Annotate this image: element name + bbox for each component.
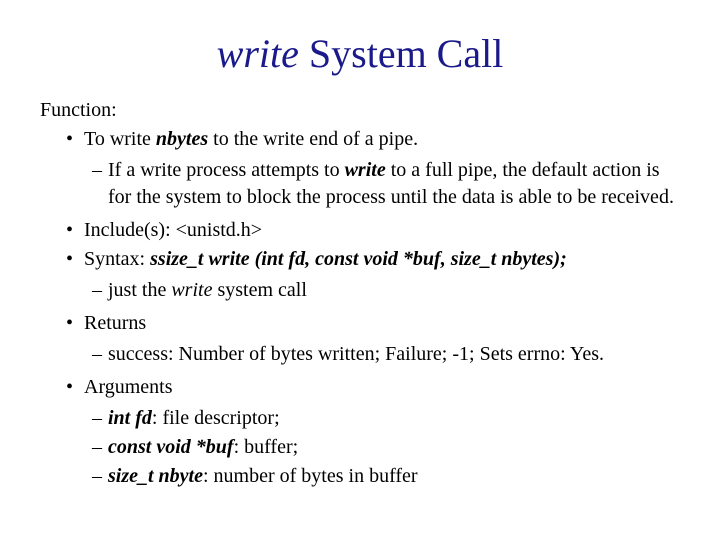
dash-list: int fd: file descriptor; const void *buf… (40, 405, 680, 490)
write-word: write (171, 279, 212, 301)
dash-item: size_t nbyte: number of bytes in buffer (92, 463, 680, 490)
bullet-list: Include(s): <unistd.h> Syntax: ssize_t w… (40, 217, 680, 273)
bullet-list: Arguments (40, 374, 680, 401)
dash-item: const void *buf: buffer; (92, 434, 680, 461)
arg-val: : buffer; (234, 436, 299, 458)
nbytes-word: nbytes (156, 128, 208, 150)
syntax-prefix: Syntax: (84, 248, 150, 270)
dash-item-returns: success: Number of bytes written; Failur… (92, 341, 680, 368)
slide-body: Function: To write nbytes to the write e… (40, 97, 680, 490)
text: to the write end of a pipe. (208, 128, 418, 150)
arg-key: const void *buf (108, 436, 234, 458)
syntax-code: ssize_t write (int fd, const void *buf, … (150, 248, 567, 270)
bullet-item-syntax: Syntax: ssize_t write (int fd, const voi… (66, 246, 680, 273)
dash-list: If a write process attempts to write to … (40, 157, 680, 211)
title-rest: System Call (299, 31, 503, 76)
bullet-item-arguments: Arguments (66, 374, 680, 401)
dash-item: If a write process attempts to write to … (92, 157, 680, 211)
bullet-list: To write nbytes to the write end of a pi… (40, 126, 680, 153)
text: just the (108, 279, 171, 301)
text: If a write process attempts to (108, 159, 345, 181)
text: To write (84, 128, 156, 150)
dash-item: just the write system call (92, 277, 680, 304)
title-italic: write (217, 31, 299, 76)
bullet-item: To write nbytes to the write end of a pi… (66, 126, 680, 153)
arg-val: : number of bytes in buffer (203, 465, 418, 487)
bullet-list: Returns (40, 310, 680, 337)
arg-val: : file descriptor; (152, 407, 280, 429)
slide-title: write System Call (40, 30, 680, 77)
dash-list: success: Number of bytes written; Failur… (40, 341, 680, 368)
dash-item: int fd: file descriptor; (92, 405, 680, 432)
bullet-item-include: Include(s): <unistd.h> (66, 217, 680, 244)
arg-key: int fd (108, 407, 152, 429)
function-label: Function: (40, 97, 680, 124)
arg-key: size_t nbyte (108, 465, 203, 487)
dash-list: just the write system call (40, 277, 680, 304)
write-word: write (345, 159, 386, 181)
bullet-item-returns: Returns (66, 310, 680, 337)
text: system call (212, 279, 306, 301)
